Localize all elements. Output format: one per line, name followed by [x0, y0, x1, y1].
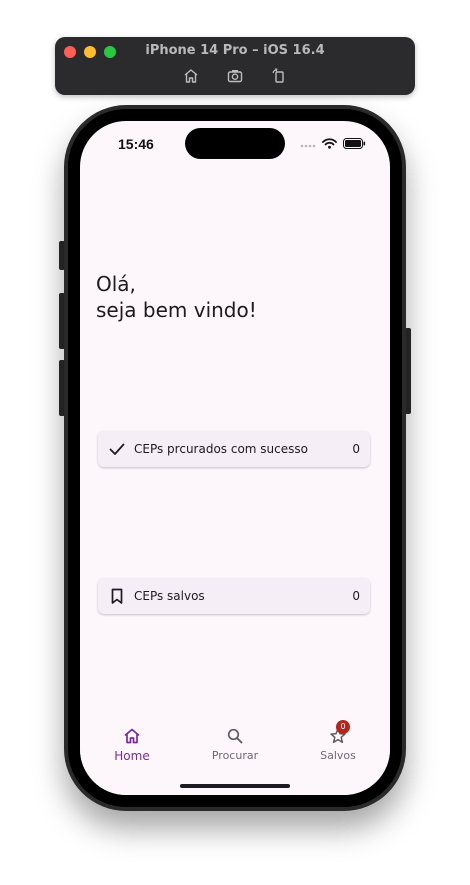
dynamic-island [185, 128, 285, 159]
greeting-line-1: Olá, [96, 272, 136, 296]
home-icon[interactable] [182, 67, 200, 85]
nav-saved-label: Salvos [320, 749, 356, 762]
home-indicator[interactable] [180, 784, 290, 788]
search-icon [226, 727, 244, 745]
cellular-signal-icon [300, 140, 316, 148]
nav-search[interactable]: Procurar [195, 727, 275, 762]
welcome-greeting: Olá, seja bem vindo! [96, 271, 257, 323]
saved-ceps-count: 0 [352, 589, 360, 603]
saved-ceps-card[interactable]: CEPs salvos 0 [98, 578, 370, 614]
saved-ceps-label: CEPs salvos [134, 589, 205, 603]
greeting-line-2: seja bem vindo! [96, 298, 257, 322]
simulator-title: iPhone 14 Pro – iOS 16.4 [145, 43, 325, 58]
nav-home-label: Home [114, 749, 150, 763]
saved-count-badge: 0 [336, 720, 350, 734]
phone-screen: 15:46 Olá, seja bem vindo! CEPs prcurado… [80, 121, 390, 795]
status-icons [300, 138, 366, 149]
rotate-icon[interactable] [270, 67, 288, 85]
battery-icon [343, 138, 366, 149]
success-searches-count: 0 [352, 442, 360, 456]
star-icon: 0 [329, 720, 350, 745]
status-time: 15:46 [118, 136, 154, 152]
nav-search-label: Procurar [211, 749, 259, 762]
screenshot-icon[interactable] [226, 67, 244, 85]
wifi-icon [322, 138, 337, 149]
success-searches-label: CEPs prcurados com sucesso [134, 442, 308, 456]
nav-saved[interactable]: 0 Salvos [298, 720, 378, 762]
home-icon [123, 727, 141, 745]
bookmark-icon [108, 587, 126, 605]
check-icon [108, 440, 126, 458]
nav-home[interactable]: Home [92, 727, 172, 763]
simulator-titlebar: iPhone 14 Pro – iOS 16.4 [55, 37, 415, 95]
success-searches-card[interactable]: CEPs prcurados com sucesso 0 [98, 431, 370, 467]
